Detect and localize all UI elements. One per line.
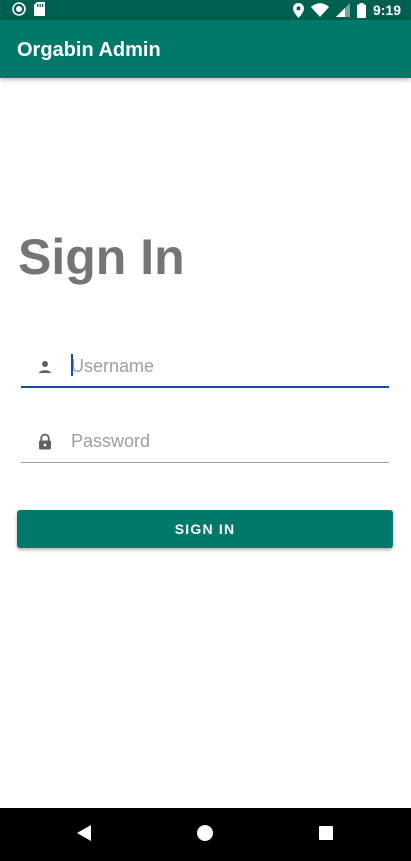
status-time: 9:19 bbox=[372, 2, 401, 18]
navigation-bar bbox=[0, 808, 411, 861]
page-title: Sign In bbox=[18, 229, 185, 285]
text-cursor bbox=[71, 354, 73, 376]
back-icon[interactable] bbox=[76, 825, 92, 841]
password-field[interactable] bbox=[21, 423, 389, 463]
person-icon bbox=[39, 361, 51, 373]
password-input[interactable] bbox=[71, 427, 381, 455]
signal-icon bbox=[335, 3, 350, 17]
username-input[interactable] bbox=[71, 352, 381, 380]
battery-icon bbox=[356, 2, 366, 18]
record-icon bbox=[12, 2, 26, 16]
status-bar: 9:19 bbox=[0, 0, 411, 20]
app-bar: Orgabin Admin bbox=[0, 20, 411, 78]
app-title: Orgabin Admin bbox=[17, 39, 161, 61]
home-icon[interactable] bbox=[197, 825, 213, 841]
username-underline bbox=[21, 386, 389, 388]
wifi-icon bbox=[310, 3, 329, 17]
recents-icon[interactable] bbox=[319, 826, 333, 840]
password-underline bbox=[21, 462, 389, 463]
location-icon bbox=[292, 2, 304, 18]
lock-icon bbox=[39, 433, 51, 450]
sd-card-icon bbox=[34, 2, 45, 16]
sign-in-button[interactable]: SIGN IN bbox=[17, 510, 393, 548]
username-field[interactable] bbox=[21, 348, 389, 388]
